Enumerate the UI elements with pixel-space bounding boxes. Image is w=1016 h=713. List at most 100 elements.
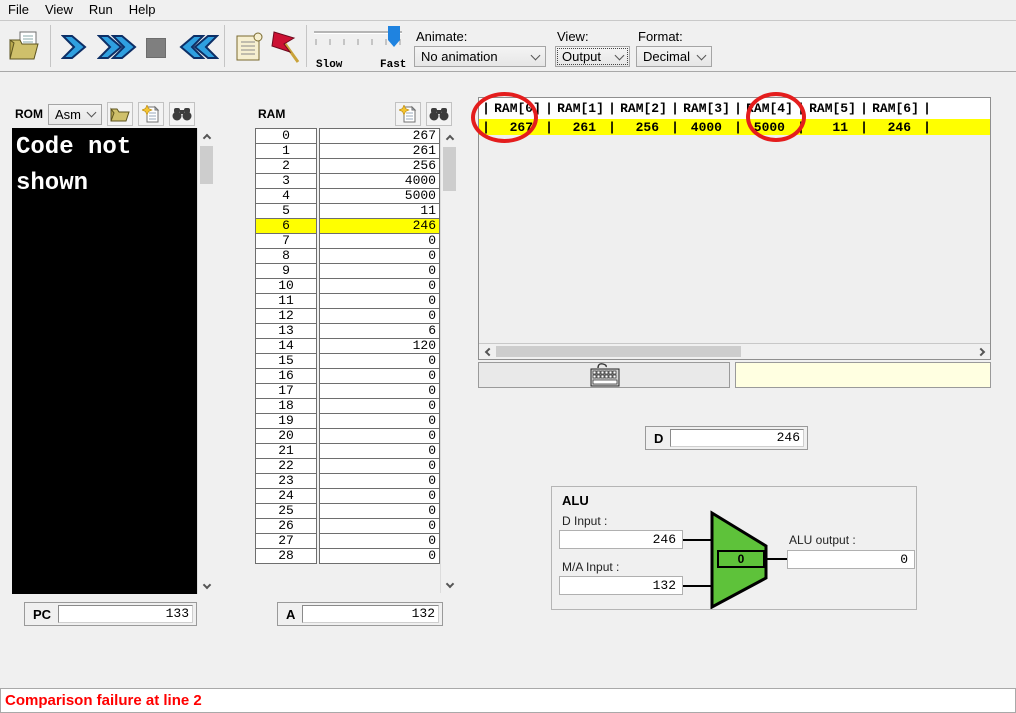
animate-dropdown[interactable]: No animation xyxy=(414,46,546,67)
ram-value-cell[interactable]: 6 xyxy=(319,323,440,339)
keyboard-button[interactable] xyxy=(478,362,730,388)
ram-address-cell: 22 xyxy=(255,458,317,474)
folder-icon xyxy=(110,106,130,122)
ram-value-cell[interactable]: 0 xyxy=(319,293,440,309)
ram-value-cell[interactable]: 0 xyxy=(319,488,440,504)
ram-value-cell[interactable]: 0 xyxy=(319,368,440,384)
breakpoints-button[interactable] xyxy=(268,27,304,67)
view-script-button[interactable] xyxy=(232,29,266,65)
scroll-right-arrow[interactable] xyxy=(974,344,990,359)
ram-value-cell[interactable]: 0 xyxy=(319,263,440,279)
column-separator: | xyxy=(545,101,553,116)
ram-value-cell[interactable]: 0 xyxy=(319,353,440,369)
ram-address-cell: 17 xyxy=(255,383,317,399)
ram-row: 190 xyxy=(255,413,440,429)
rom-load-button[interactable] xyxy=(107,102,133,126)
ram-value-cell[interactable]: 0 xyxy=(319,308,440,324)
ram-value-cell[interactable]: 261 xyxy=(319,143,440,159)
ram-value-cell[interactable]: 0 xyxy=(319,473,440,489)
ram-value-cell[interactable]: 0 xyxy=(319,398,440,414)
stop-button[interactable] xyxy=(144,36,168,60)
ram-address-cell: 26 xyxy=(255,518,317,534)
scroll-down-arrow[interactable] xyxy=(441,577,458,593)
ram-value-cell[interactable]: 0 xyxy=(319,518,440,534)
scroll-down-arrow[interactable] xyxy=(198,578,215,594)
ram-find-button[interactable] xyxy=(426,102,452,126)
rom-format-dropdown[interactable]: Asm xyxy=(48,104,102,125)
alu-d-input-field: 246 xyxy=(559,530,683,549)
rom-code-area[interactable]: Code not shown xyxy=(12,128,197,594)
ram-value-cell[interactable]: 4000 xyxy=(319,173,440,189)
ram-row: 14120 xyxy=(255,338,440,354)
ram-scrollbar[interactable] xyxy=(440,129,457,593)
scrollbar-thumb[interactable] xyxy=(443,147,456,191)
ram-value-cell[interactable]: 0 xyxy=(319,233,440,249)
ram-address-cell: 13 xyxy=(255,323,317,339)
ram-value-cell[interactable]: 0 xyxy=(319,248,440,264)
scrollbar-thumb[interactable] xyxy=(200,146,213,184)
ram-value-cell[interactable]: 11 xyxy=(319,203,440,219)
ram-value-cell[interactable]: 0 xyxy=(319,383,440,399)
a-register: A 132 xyxy=(277,602,443,626)
ram-value-cell[interactable]: 0 xyxy=(319,458,440,474)
open-program-button[interactable] xyxy=(6,27,44,65)
reset-button[interactable] xyxy=(176,33,222,61)
new-document-icon xyxy=(142,105,160,123)
menu-run[interactable]: Run xyxy=(81,0,121,20)
ram-value-cell[interactable]: 0 xyxy=(319,278,440,294)
ram-value-cell[interactable]: 0 xyxy=(319,533,440,549)
ram-value-cell[interactable]: 267 xyxy=(319,128,440,144)
d-value-field[interactable]: 246 xyxy=(670,429,804,447)
run-button[interactable] xyxy=(95,33,139,61)
column-separator: | xyxy=(671,101,679,116)
pc-value-field[interactable]: 133 xyxy=(58,605,193,623)
ram-value-cell[interactable]: 0 xyxy=(319,443,440,459)
output-horizontal-scrollbar[interactable] xyxy=(479,343,990,359)
keyboard-input-field[interactable] xyxy=(735,362,991,388)
ram-value-cell[interactable]: 0 xyxy=(319,548,440,564)
ram-value-cell[interactable]: 246 xyxy=(319,218,440,234)
ram-value-cell[interactable]: 0 xyxy=(319,428,440,444)
ram-row: 270 xyxy=(255,533,440,549)
status-message: Comparison failure at line 2 xyxy=(1,692,202,709)
ram-row: 45000 xyxy=(255,188,440,204)
output-value: 246 xyxy=(868,120,923,135)
rom-find-button[interactable] xyxy=(169,102,195,126)
ram-value-cell[interactable]: 0 xyxy=(319,503,440,519)
view-dropdown[interactable]: Output xyxy=(555,46,630,67)
scrollbar-thumb[interactable] xyxy=(496,346,741,357)
menu-help[interactable]: Help xyxy=(121,0,164,20)
ram-address-cell: 16 xyxy=(255,368,317,384)
speed-slider[interactable] xyxy=(310,25,406,57)
ram-value-cell[interactable]: 256 xyxy=(319,158,440,174)
output-column-header: RAM[3] xyxy=(679,101,734,116)
ram-value-cell[interactable]: 5000 xyxy=(319,188,440,204)
format-dropdown[interactable]: Decimal xyxy=(636,46,712,67)
menu-view[interactable]: View xyxy=(37,0,81,20)
ram-address-cell: 1 xyxy=(255,143,317,159)
scroll-left-arrow[interactable] xyxy=(479,344,495,359)
chevron-down-icon xyxy=(531,50,541,60)
ram-address-cell: 0 xyxy=(255,128,317,144)
alu-output-label: ALU output : xyxy=(789,533,856,547)
scroll-up-arrow[interactable] xyxy=(198,128,215,144)
menu-bar: File View Run Help xyxy=(0,0,1016,20)
chevron-down-icon xyxy=(615,50,625,60)
menu-file[interactable]: File xyxy=(0,0,37,20)
rom-clear-button[interactable] xyxy=(138,102,164,126)
ram-value-cell[interactable]: 0 xyxy=(319,413,440,429)
binoculars-icon xyxy=(172,106,192,122)
slider-thumb[interactable] xyxy=(388,26,400,47)
pc-register: PC 133 xyxy=(24,602,197,626)
rom-scrollbar[interactable] xyxy=(197,128,214,594)
d-label: D xyxy=(649,431,670,446)
single-step-button[interactable] xyxy=(58,33,90,61)
scroll-up-arrow[interactable] xyxy=(441,129,458,145)
ram-address-cell: 18 xyxy=(255,398,317,414)
ram-clear-button[interactable] xyxy=(395,102,421,126)
ram-address-cell: 6 xyxy=(255,218,317,234)
a-value-field[interactable]: 132 xyxy=(302,605,439,623)
ram-row: 170 xyxy=(255,383,440,399)
ram-value-cell[interactable]: 120 xyxy=(319,338,440,354)
new-document-icon xyxy=(399,105,417,123)
